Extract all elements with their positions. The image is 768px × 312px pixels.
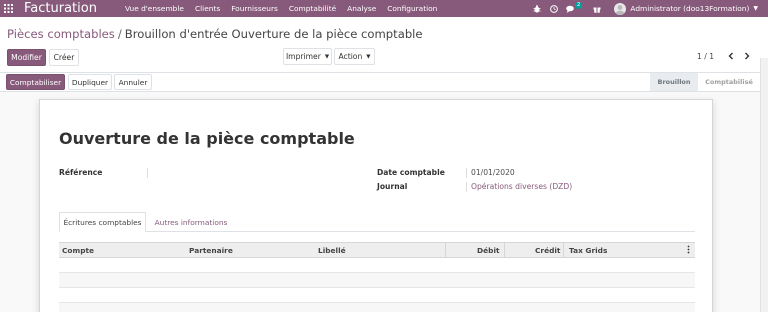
post-button[interactable]: Comptabiliser xyxy=(6,74,65,90)
reference-field[interactable] xyxy=(147,168,148,178)
tab-autres-informations[interactable]: Autres informations xyxy=(146,212,236,232)
column-divider xyxy=(445,243,446,257)
journal-value[interactable]: Opérations diverses (DZD) xyxy=(471,182,572,191)
create-button[interactable]: Créer xyxy=(49,49,79,66)
grid-icon[interactable] xyxy=(0,0,17,17)
bug-icon[interactable] xyxy=(530,0,544,17)
column-compte[interactable]: Compte xyxy=(62,246,94,255)
action-dropdown[interactable]: Action ▼ xyxy=(334,48,375,65)
column-divider xyxy=(563,243,564,257)
tab-ecritures-comptables[interactable]: Écritures comptables xyxy=(59,212,146,232)
breadcrumb-parent[interactable]: Pièces comptables xyxy=(7,27,115,41)
app-name[interactable]: Facturation xyxy=(24,1,97,16)
duplicate-button[interactable]: Dupliquer xyxy=(68,74,112,90)
chevron-down-icon[interactable]: ▼ xyxy=(753,5,758,12)
chevron-down-icon: ▼ xyxy=(324,53,330,60)
menu-clients[interactable]: Clients xyxy=(195,4,220,13)
control-panel: Pièces comptables / Brouillon d'entrée Ouv… xyxy=(0,17,768,73)
entry-title: Ouverture de la pièce comptable xyxy=(59,129,355,148)
chevron-down-icon: ▼ xyxy=(366,53,371,60)
chevron-left-icon[interactable] xyxy=(724,48,738,63)
column-partenaire[interactable]: Partenaire xyxy=(189,246,233,255)
column-debit[interactable]: Débit xyxy=(477,246,500,255)
stage-posted[interactable]: Comptabilisé xyxy=(698,73,760,91)
print-dropdown[interactable]: Imprimer ▼ xyxy=(283,48,332,65)
column-credit[interactable]: Crédit xyxy=(535,246,560,255)
date-field-separator xyxy=(466,168,467,178)
date-label: Date comptable xyxy=(377,168,445,177)
table-row xyxy=(59,288,695,303)
messages-badge: 2 xyxy=(574,2,583,9)
cancel-button[interactable]: Annuler xyxy=(114,74,152,90)
navbar-systray: 2 Administrator (doo13Formation) ▼ xyxy=(527,0,768,17)
user-menu[interactable]: Administrator (doo13Formation) xyxy=(630,4,749,13)
print-label: Imprimer xyxy=(285,52,321,61)
avatar[interactable] xyxy=(614,2,627,15)
breadcrumb-separator: / xyxy=(117,27,122,41)
column-libelle[interactable]: Libellé xyxy=(318,246,346,255)
column-tax-grids[interactable]: Tax Grids xyxy=(569,246,607,255)
form-statusbar: Comptabiliser Dupliquer Annuler Brouillo… xyxy=(0,73,768,92)
form-sheet: Ouverture de la pièce comptable Référenc… xyxy=(39,99,713,312)
clock-icon[interactable] xyxy=(547,0,561,17)
column-divider xyxy=(504,243,505,257)
chevron-right-icon[interactable] xyxy=(740,48,754,63)
date-value[interactable]: 01/01/2020 xyxy=(471,168,515,177)
journal-field-separator xyxy=(466,182,467,192)
scrollbar[interactable] xyxy=(760,58,768,312)
menu-configuration[interactable]: Configuration xyxy=(387,4,437,13)
lines-table-header: Compte Partenaire Libellé Débit Crédit T… xyxy=(59,242,695,258)
breadcrumb: Pièces comptables / Brouillon d'entrée Ouv… xyxy=(7,27,423,41)
menu-comptabilite[interactable]: Comptabilité xyxy=(289,4,336,13)
action-label: Action xyxy=(338,52,363,61)
menu-fournisseurs[interactable]: Fournisseurs xyxy=(231,4,278,13)
stage-draft[interactable]: Brouillon xyxy=(650,73,704,91)
table-row xyxy=(59,273,695,288)
stage-pipeline: Brouillon Comptabilisé xyxy=(650,73,760,91)
notebook-tabs: Écritures comptables Autres informations xyxy=(59,212,695,232)
reference-label: Référence xyxy=(59,168,103,177)
gift-icon[interactable] xyxy=(590,0,604,17)
menu-analyse[interactable]: Analyse xyxy=(347,4,376,13)
table-row xyxy=(59,303,695,312)
vertical-dots-icon[interactable] xyxy=(687,245,690,256)
breadcrumb-current: Brouillon d'entrée Ouverture de la pièce… xyxy=(124,27,423,41)
menu-vue-ensemble[interactable]: Vue d'ensemble xyxy=(125,4,184,13)
edit-button[interactable]: Modifier xyxy=(7,49,46,66)
table-row xyxy=(59,258,695,273)
top-navbar: Facturation Vue d'ensemble Clients Fourn… xyxy=(0,0,768,17)
pager-value[interactable]: 1 / 1 xyxy=(697,52,714,61)
journal-label: Journal xyxy=(377,182,408,191)
